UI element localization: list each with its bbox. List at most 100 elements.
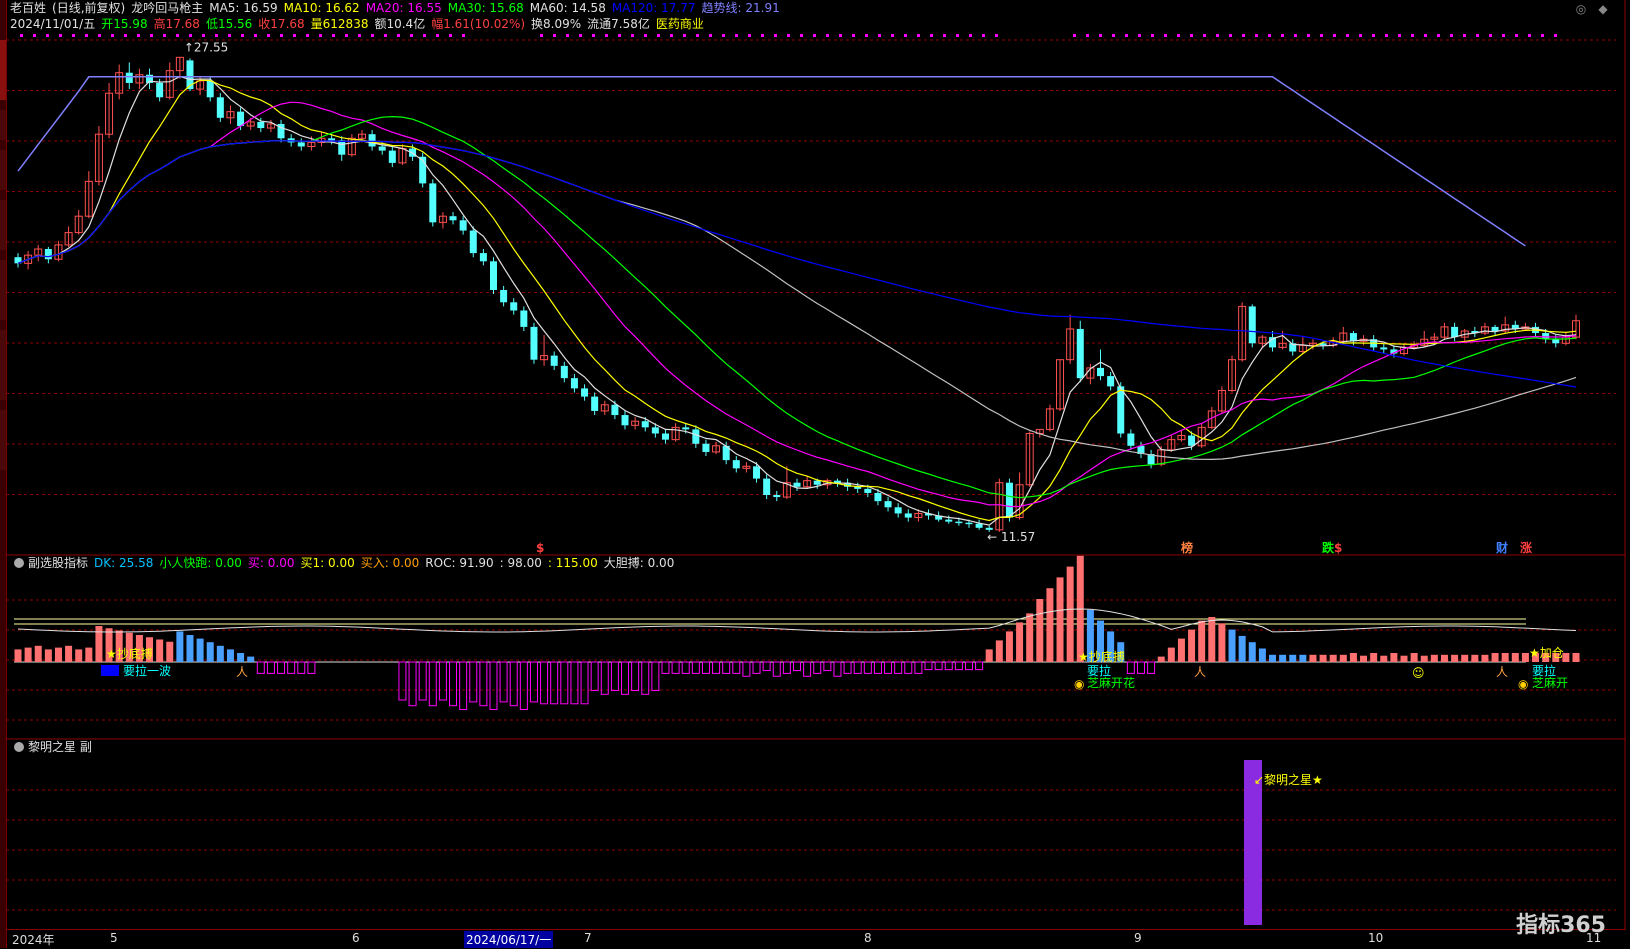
marker-dot (1281, 34, 1284, 37)
histogram-bar (904, 661, 913, 674)
header.line1-item: 老百姓 (10, 1, 47, 15)
header.line2-item: 额10.4亿 (374, 17, 426, 31)
marker-dot (1307, 34, 1310, 37)
x-tick-label: 8 (864, 931, 872, 945)
marker-dot (774, 34, 777, 37)
histogram-bar (75, 649, 83, 662)
histogram-bar (600, 661, 609, 695)
histogram-bar (914, 661, 923, 674)
histogram-bar (247, 656, 255, 662)
marker-dot (1138, 34, 1141, 37)
marker-dot (1164, 34, 1167, 37)
panel2-annotation: 芝麻开花 (1087, 675, 1135, 690)
histogram-bar (985, 649, 993, 662)
panel2-value: : 98.00 (499, 556, 542, 570)
histogram-bar (54, 647, 62, 662)
expand-icon[interactable]: ◆ (1596, 2, 1610, 16)
marker-dot (904, 34, 907, 37)
histogram-bar (1511, 653, 1519, 662)
histogram-bar (954, 661, 963, 671)
histogram-bar (1309, 654, 1317, 662)
marker-dot (137, 34, 140, 37)
panel2-annotation: ★加仓 (1529, 646, 1564, 660)
candle-body (661, 433, 669, 440)
candle-body (813, 480, 821, 485)
panel2-value: 买: 0.00 (247, 556, 295, 570)
quote-values-line: 2024/11/01/五 开15.98 高17.68 低15.56 收17.68 量612… (10, 16, 710, 33)
histogram-bar (1370, 653, 1378, 662)
marker-dot (1450, 34, 1453, 37)
histogram-bar (712, 661, 721, 674)
marker-dot (1112, 34, 1115, 37)
marker-dot (670, 34, 673, 37)
histogram-bar (166, 641, 174, 662)
histogram-bar (1410, 653, 1418, 662)
marker-dot (982, 34, 985, 37)
histogram-bar (1451, 654, 1459, 662)
histogram-bar (1319, 654, 1327, 662)
histogram-bar (681, 661, 690, 674)
candle-body (510, 302, 518, 311)
marker-dot (1554, 34, 1557, 37)
histogram-bar (449, 661, 458, 707)
histogram-bar (156, 639, 164, 662)
marker-dot (1398, 34, 1401, 37)
marker-dot (852, 34, 855, 37)
gear-icon[interactable] (14, 558, 24, 568)
header.line2-item: 量612838 (310, 17, 369, 31)
marker-dot (46, 34, 49, 37)
histogram-bar (1360, 655, 1368, 662)
panel2-value: DK: 25.58 (94, 556, 154, 570)
marker-dot (1372, 34, 1375, 37)
histogram-bar (894, 661, 903, 674)
panel2-values: DK: 25.58 小人快跑: 0.00 买: 0.00 买1: 0.00 买入: 0.… (94, 556, 680, 570)
histogram-bar (1258, 648, 1266, 662)
candle-body (955, 521, 963, 524)
histogram-bar (1349, 653, 1357, 662)
dawn-star-label: ↙黎明之星★ (1254, 773, 1323, 787)
marker-dot (228, 34, 231, 37)
histogram-bar (873, 661, 882, 674)
runner-icon: 人 (236, 665, 248, 679)
marker-dot (891, 34, 894, 37)
histogram-bar (1390, 653, 1398, 662)
x-tick-label: 6 (352, 931, 360, 945)
histogram-bar (934, 661, 943, 671)
header.line2-item: 高17.68 (153, 17, 200, 31)
histogram-bar (691, 661, 700, 674)
marker-dot (592, 34, 595, 37)
histogram-bar (1136, 661, 1145, 674)
candle-body (1552, 339, 1560, 344)
histogram-bar (266, 661, 275, 674)
ma20-line (17, 101, 1577, 508)
marker-dot (1463, 34, 1466, 37)
candle-body (793, 482, 801, 487)
panel2-value: 买1: 0.00 (300, 556, 355, 570)
marker-dot (995, 34, 998, 37)
header.line2-item: 医药商业 (655, 17, 704, 31)
candle-body (1491, 326, 1499, 331)
histogram-bar (509, 661, 518, 707)
histogram-bar (1289, 654, 1297, 662)
marker-dot (1411, 34, 1414, 37)
candle-body (682, 427, 690, 430)
panel2-value: 小人快跑: 0.00 (159, 556, 242, 570)
panel2-value: ROC: 91.90 (425, 556, 494, 570)
candle-body (651, 427, 659, 434)
histogram-bar (1126, 661, 1135, 674)
histogram-bar (428, 661, 437, 707)
candle-body (328, 138, 336, 141)
candle-body (206, 80, 214, 98)
signal-label: 榜 (1181, 540, 1193, 555)
candle-body (216, 97, 224, 118)
minimize-icon[interactable]: ◎ (1574, 2, 1588, 16)
marker-dot (1476, 34, 1479, 37)
histogram-bar (944, 661, 953, 671)
candle-body (581, 388, 589, 397)
marker-dot (20, 34, 23, 37)
marker-dot (319, 34, 322, 37)
candle-body (520, 310, 528, 327)
gear-icon[interactable] (14, 742, 24, 752)
histogram-bar (782, 661, 791, 674)
header.line2-item: 2024/11/01/五 (10, 17, 96, 31)
